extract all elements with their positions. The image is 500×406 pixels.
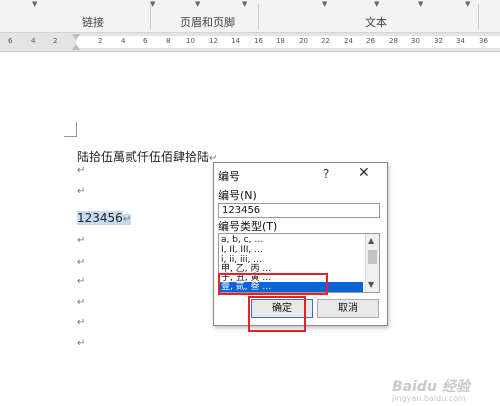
- page-corner-marker: [64, 122, 77, 137]
- ruler-number: 8: [166, 37, 171, 45]
- dropdown-arrow-icon[interactable]: ▼: [32, 0, 37, 8]
- ruler-number: 22: [321, 37, 330, 45]
- help-icon[interactable]: ?: [323, 167, 329, 181]
- dropdown-arrow-icon[interactable]: ▼: [418, 0, 423, 8]
- ruler-number: 6: [8, 37, 13, 45]
- ruler-number: 30: [411, 37, 420, 45]
- chinese-amount-text[interactable]: 陆拾伍萬贰仟伍佰肆拾陆: [77, 150, 209, 164]
- hanging-indent-marker[interactable]: [72, 44, 80, 50]
- paragraph-mark: ↵: [77, 317, 86, 328]
- ribbon: ▼ ▼ ▼ ▼ ▼ ▼ ▼ ▼ 链接 页眉和页脚 文本: [0, 0, 500, 33]
- paragraph-mark: ↵: [77, 165, 86, 176]
- ruler-number: 24: [344, 37, 353, 45]
- baidu-watermark-logo: Baidu 经验 jingyan.baidu.com: [392, 376, 470, 403]
- watermark-url: jingyan.baidu.com: [392, 394, 466, 403]
- paragraph-mark: ↵: [77, 297, 86, 308]
- ruler-number: 34: [456, 37, 465, 45]
- paragraph-mark: ↵: [77, 276, 86, 287]
- ribbon-separator: [150, 4, 151, 30]
- ruler-number: 2: [98, 37, 103, 45]
- ribbon-group-header-footer-label: 页眉和页脚: [180, 16, 235, 29]
- ribbon-separator: [258, 4, 259, 30]
- paragraph-mark: ↵: [77, 257, 86, 268]
- cancel-button[interactable]: 取消: [317, 299, 379, 318]
- ribbon-group-text-label: 文本: [365, 16, 387, 29]
- list-item[interactable]: a, b, c, …: [221, 235, 363, 245]
- scroll-up-icon[interactable]: ▲: [368, 236, 374, 245]
- paragraph-mark: ↵: [122, 214, 132, 225]
- paragraph-mark: ↵: [77, 235, 86, 246]
- ruler-number: 4: [31, 37, 36, 45]
- ruler-number: 14: [231, 37, 240, 45]
- ruler-number: 36: [479, 37, 488, 45]
- ruler-number: 4: [121, 37, 126, 45]
- close-icon[interactable]: ✕: [358, 165, 370, 181]
- ruler-number: 18: [276, 37, 285, 45]
- ruler-number: 16: [254, 37, 263, 45]
- dropdown-arrow-icon[interactable]: ▼: [242, 0, 247, 8]
- ribbon-group-links-label: 链接: [82, 16, 104, 29]
- ruler-number: 20: [299, 37, 308, 45]
- paragraph-mark: ↵: [77, 186, 86, 197]
- ribbon-separator: [478, 4, 479, 30]
- selected-number-text[interactable]: 123456: [77, 211, 123, 225]
- ruler-number: 32: [434, 37, 443, 45]
- list-item[interactable]: I, II, III, …: [221, 245, 363, 255]
- ruler-number: 12: [209, 37, 218, 45]
- ruler-number: 2: [53, 37, 58, 45]
- number-type-label: 编号类型(T): [218, 220, 278, 233]
- highlight-box-ok-button: [248, 296, 306, 332]
- dropdown-arrow-icon[interactable]: ▼: [195, 0, 200, 8]
- first-line-indent-marker[interactable]: [72, 34, 80, 40]
- dropdown-arrow-icon[interactable]: ▼: [322, 0, 327, 8]
- document-line[interactable]: 123456↵: [77, 211, 132, 225]
- document-line[interactable]: 陆拾伍萬贰仟伍佰肆拾陆↵: [77, 148, 217, 165]
- scroll-down-icon[interactable]: ▼: [368, 280, 374, 289]
- scroll-thumb[interactable]: [368, 250, 377, 264]
- listbox-scrollbar[interactable]: ▲ ▼: [365, 234, 379, 292]
- number-label: 编号(N): [218, 189, 257, 202]
- ruler-number: 6: [143, 37, 148, 45]
- dropdown-arrow-icon[interactable]: ▼: [374, 0, 379, 8]
- highlight-box-selected-type: [218, 273, 328, 295]
- paragraph-mark: ↵: [77, 338, 86, 349]
- watermark-brand: Baidu 经验: [392, 379, 470, 395]
- ruler-number: 28: [389, 37, 398, 45]
- dialog-title: 编号: [218, 170, 240, 183]
- ruler-number: 26: [366, 37, 375, 45]
- ruler-number: 10: [186, 37, 195, 45]
- dropdown-arrow-icon[interactable]: ▼: [465, 0, 470, 8]
- number-input[interactable]: 123456: [218, 203, 380, 218]
